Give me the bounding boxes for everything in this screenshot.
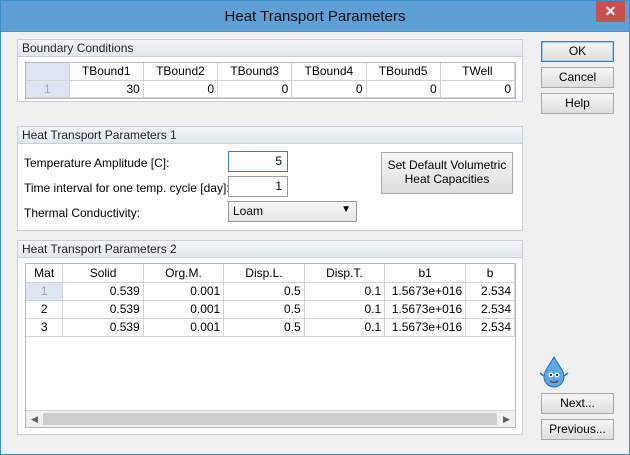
next-button[interactable]: Next... — [541, 393, 614, 414]
heat-params-2-group: Heat Transport Parameters 2 Mat Solid Or… — [17, 240, 523, 435]
table-cell[interactable]: 0.5 — [223, 318, 305, 337]
table-cell[interactable]: 0.5 — [223, 300, 305, 319]
cancel-button[interactable]: Cancel — [541, 67, 614, 88]
column-header — [26, 63, 70, 81]
table-cell[interactable]: 0.001 — [143, 300, 225, 319]
heat-params-1-group: Heat Transport Parameters 1 Temperature … — [17, 126, 523, 231]
table-row: 1 0.539 0.001 0.5 0.1 1.5673e+016 2.534 — [26, 282, 515, 301]
boundary-conditions-group: Boundary Conditions TBound1 TBound2 TBou… — [17, 39, 523, 102]
table-cell[interactable]: 2.534 — [465, 282, 515, 301]
table-cell[interactable]: 0.539 — [62, 300, 144, 319]
scroll-right-icon[interactable]: ▶ — [498, 411, 515, 427]
chevron-down-icon: ▼ — [341, 204, 351, 215]
table-cell[interactable]: 0 — [217, 80, 293, 98]
row-header: 2 — [26, 300, 64, 319]
table-cell[interactable]: 1.5673e+016 — [384, 318, 467, 337]
row-header: 3 — [26, 318, 64, 337]
table-cell[interactable]: 0.001 — [143, 318, 225, 337]
table-cell[interactable]: 0 — [143, 80, 219, 98]
help-button[interactable]: Help — [541, 93, 614, 114]
column-header: TBound1 — [69, 63, 144, 81]
column-header: TBound5 — [366, 63, 441, 81]
column-header: TBound4 — [291, 63, 367, 81]
row-header: 1 — [26, 80, 70, 98]
horizontal-scrollbar[interactable]: ◀ ▶ — [26, 410, 515, 427]
window-title: Heat Transport Parameters — [224, 8, 406, 25]
thermal-conductivity-label: Thermal Conductivity: — [24, 206, 141, 220]
temp-amplitude-label: Temperature Amplitude [C]: — [24, 156, 170, 170]
table-cell[interactable]: 0 — [440, 80, 516, 98]
heat-params-2-grid[interactable]: Mat Solid Org.M. Disp.L. Disp.T. b1 b 1 … — [25, 263, 516, 428]
column-header: TBound3 — [217, 63, 293, 81]
table-row: 1 30 0 0 0 0 0 — [26, 80, 516, 98]
ok-button[interactable]: OK — [541, 41, 614, 62]
time-interval-label: Time interval for one temp. cycle [day]: — [24, 181, 230, 195]
boundary-conditions-grid[interactable]: TBound1 TBound2 TBound3 TBound4 TBound5 … — [25, 62, 516, 99]
water-drop-mascot-icon — [539, 355, 569, 389]
column-header: Disp.L. — [223, 264, 305, 283]
table-cell[interactable]: 0.539 — [62, 282, 144, 301]
temp-amplitude-input[interactable]: 5 — [228, 151, 288, 172]
table-cell[interactable]: 30 — [69, 80, 144, 98]
table-cell[interactable]: 0 — [291, 80, 367, 98]
heat-params-2-title: Heat Transport Parameters 2 — [18, 241, 522, 258]
table-cell[interactable]: 0.1 — [304, 318, 386, 337]
boundary-conditions-title: Boundary Conditions — [18, 40, 522, 57]
column-header: TBound2 — [143, 63, 219, 81]
column-header: Solid — [62, 264, 144, 283]
thermal-conductivity-value: Loam — [233, 204, 264, 218]
thermal-conductivity-select[interactable]: Loam ▼ — [228, 201, 357, 222]
table-cell[interactable]: 0.539 — [62, 318, 144, 337]
table-row: 2 0.539 0.001 0.5 0.1 1.5673e+016 2.534 — [26, 300, 515, 319]
grid-header-row: TBound1 TBound2 TBound3 TBound4 TBound5 … — [26, 63, 516, 81]
column-header: b1 — [384, 264, 467, 283]
dialog-window: Heat Transport Parameters ✕ Boundary Con… — [0, 0, 630, 455]
previous-button[interactable]: Previous... — [541, 419, 614, 440]
table-cell[interactable]: 2.534 — [465, 318, 515, 337]
table-cell[interactable]: 2.534 — [465, 300, 515, 319]
close-button[interactable]: ✕ — [596, 1, 625, 22]
set-default-volumetric-button[interactable]: Set Default Volumetric Heat Capacities — [381, 152, 513, 194]
row-header: 1 — [26, 282, 64, 301]
table-cell[interactable]: 1.5673e+016 — [384, 282, 467, 301]
table-cell[interactable]: 0.1 — [304, 282, 386, 301]
table-cell[interactable]: 0 — [366, 80, 441, 98]
table-cell[interactable]: 1.5673e+016 — [384, 300, 467, 319]
scrollbar-thumb[interactable] — [43, 413, 497, 425]
column-header: Disp.T. — [304, 264, 386, 283]
table-cell[interactable]: 0.001 — [143, 282, 225, 301]
column-header: Mat — [26, 264, 64, 283]
table-cell[interactable]: 0.5 — [223, 282, 305, 301]
title-bar[interactable]: Heat Transport Parameters ✕ — [1, 1, 629, 32]
table-row: 3 0.539 0.001 0.5 0.1 1.5673e+016 2.534 — [26, 318, 515, 337]
column-header: TWell — [440, 63, 516, 81]
scroll-left-icon[interactable]: ◀ — [26, 411, 43, 427]
time-interval-input[interactable]: 1 — [228, 176, 288, 197]
column-header: b — [465, 264, 515, 283]
table-cell[interactable]: 0.1 — [304, 300, 386, 319]
column-header: Org.M. — [143, 264, 225, 283]
grid-header-row: Mat Solid Org.M. Disp.L. Disp.T. b1 b — [26, 264, 515, 283]
heat-params-1-title: Heat Transport Parameters 1 — [18, 127, 522, 144]
